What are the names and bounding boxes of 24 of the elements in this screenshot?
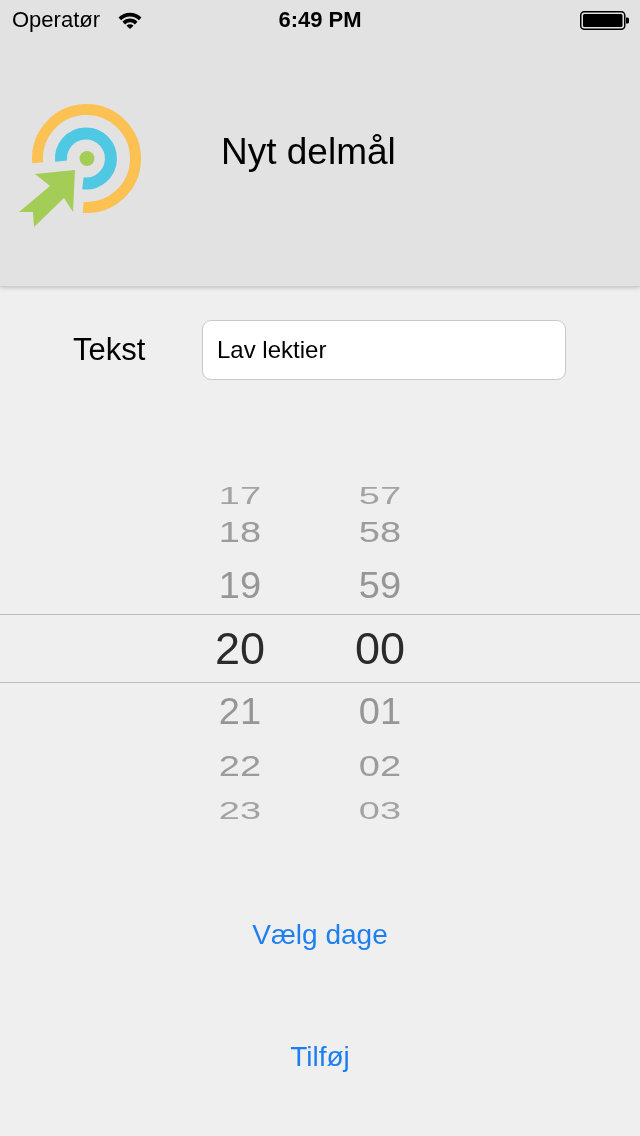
screen-title: Nyt delmål — [221, 130, 396, 174]
picker-value[interactable]: 00 — [354, 624, 406, 673]
picker-value[interactable]: 17 — [218, 483, 262, 509]
picker-value[interactable]: 01 — [358, 692, 402, 731]
text-field[interactable]: Lav lektier — [202, 320, 566, 380]
picker-value[interactable]: 19 — [218, 566, 262, 605]
choose-days-button[interactable]: Vælg dage — [248, 910, 392, 960]
target-logo-icon — [18, 103, 144, 229]
status-time: 6:49 PM — [278, 7, 362, 33]
picker-value[interactable]: 21 — [218, 692, 262, 731]
picker-value[interactable]: 03 — [358, 798, 402, 824]
add-button[interactable]: Tilføj — [286, 1032, 354, 1082]
picker-value[interactable]: 18 — [218, 515, 262, 548]
picker-value[interactable]: 23 — [218, 798, 262, 824]
picker-value[interactable]: 02 — [358, 749, 402, 782]
picker-value[interactable]: 20 — [214, 624, 266, 673]
field-label: Tekst — [73, 332, 147, 368]
carrier-name: Operatør — [12, 7, 101, 33]
picker-value[interactable]: 22 — [218, 749, 262, 782]
picker-value[interactable]: 57 — [358, 483, 402, 509]
battery-icon — [580, 10, 629, 30]
picker-value[interactable]: 59 — [358, 566, 402, 605]
picker-value[interactable]: 58 — [358, 515, 402, 548]
wifi-icon — [118, 11, 143, 29]
